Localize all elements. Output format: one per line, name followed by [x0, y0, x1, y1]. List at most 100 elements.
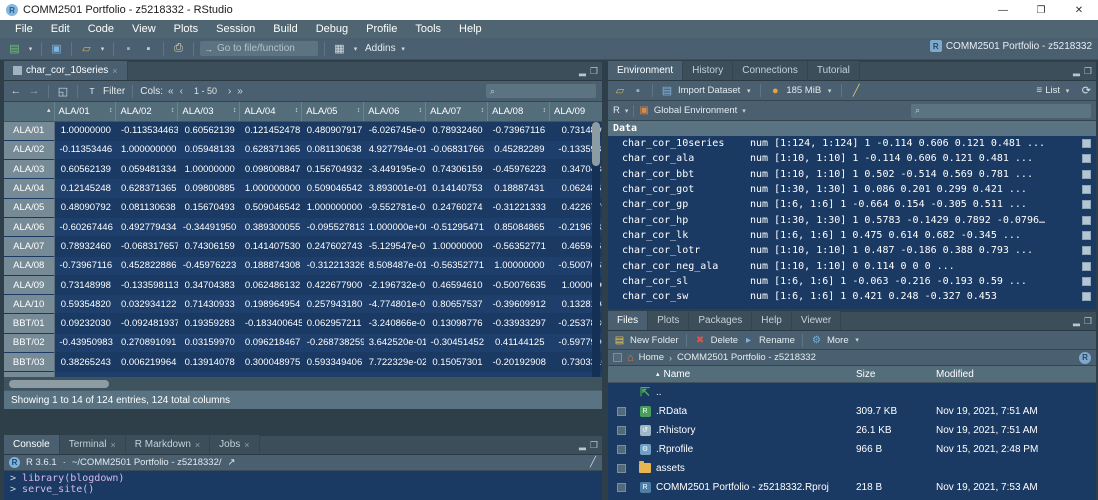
home-icon[interactable]: ⌂ [627, 352, 634, 364]
name-column-header[interactable]: ▴ Name [656, 369, 856, 380]
file-name[interactable]: .. [656, 387, 856, 398]
row-checkbox-cell[interactable] [608, 463, 634, 473]
project-indicator[interactable]: R COMM2501 Portfolio - z5218332 [929, 40, 1092, 52]
list-item[interactable]: assets [608, 459, 1096, 478]
menu-help[interactable]: Help [450, 22, 491, 36]
table-row[interactable]: ALA/01 1.00000000 -0.113534463 0.60562139 0.… [4, 121, 602, 141]
table-row[interactable]: ALA/06 -0.60267446 0.492779434 -0.34491950 0… [4, 217, 602, 238]
popout-window-icon[interactable]: ◱ [56, 85, 70, 98]
table-row[interactable]: ALA/04 0.12145248 0.628371365 0.09800885 1.0… [4, 178, 602, 199]
scrollbar-thumb[interactable] [592, 122, 600, 166]
column-header[interactable]: ALA/09↕ [549, 102, 602, 122]
list-item[interactable]: char_cor_sl num [1:6, 1:6] 1 -0.063 -0.21… [608, 274, 1096, 289]
menu-edit[interactable]: Edit [42, 22, 79, 36]
delete-icon[interactable]: ✖ [694, 335, 707, 346]
view-object-icon[interactable] [1082, 292, 1091, 302]
minimize-pane-icon[interactable]: ▂ [579, 440, 586, 451]
last-page-icon[interactable]: » [236, 86, 244, 97]
list-item[interactable]: char_cor_bbt num [1:10, 1:10] 1 0.502 -0.… [608, 167, 1096, 182]
breadcrumb-project[interactable]: COMM2501 Portfolio - z5218332 [677, 352, 816, 363]
language-selector-label[interactable]: R [613, 105, 620, 116]
addins-caret-icon[interactable]: ▾ [399, 45, 408, 53]
file-name[interactable]: .Rhistory [656, 425, 856, 436]
sort-toggle-icon[interactable]: ↕ [481, 108, 485, 115]
open-file-caret-icon[interactable]: ▾ [98, 45, 107, 53]
view-object-icon[interactable] [1082, 276, 1091, 286]
prev-page-icon[interactable]: ‹ [179, 86, 184, 97]
scrollbar-thumb[interactable] [9, 380, 109, 388]
file-name[interactable]: .RData [656, 406, 856, 417]
environment-object-list[interactable]: char_cor_10series num [1:124, 1:124] 1 -0… [608, 136, 1096, 309]
menu-code[interactable]: Code [79, 22, 123, 36]
view-mode-control[interactable]: ≡ List ▾ [1036, 85, 1072, 96]
column-header[interactable]: ALA/02 ↕ [115, 102, 179, 122]
maximize-pane-icon[interactable]: ❐ [590, 66, 598, 77]
view-object-icon[interactable] [1082, 215, 1091, 225]
row-index-header[interactable]: ▴ [4, 102, 55, 122]
file-name[interactable]: .Rprofile [656, 444, 856, 455]
tab-terminal[interactable]: Terminal × [59, 435, 126, 454]
row-checkbox[interactable] [616, 425, 626, 435]
table-row[interactable]: ALA/09 0.73148998 -0.133598113 0.34704383 0.… [4, 275, 602, 296]
row-checkbox[interactable] [616, 444, 626, 454]
table-row[interactable]: BBT/01 0.09232030 -0.092481937 0.19359283 -0… [4, 313, 602, 334]
breadcrumb-home[interactable]: Home [639, 352, 664, 363]
list-item[interactable]: char_cor_got num [1:30, 1:30] 1 0.086 0.2… [608, 182, 1096, 197]
size-column-header[interactable]: Size [856, 369, 936, 380]
new-folder-button[interactable]: New Folder [630, 335, 679, 346]
menu-profile[interactable]: Profile [357, 22, 406, 36]
select-all-checkbox[interactable] [613, 353, 622, 362]
language-caret-icon[interactable]: ▾ [625, 107, 629, 115]
rename-button[interactable]: Rename [759, 335, 795, 346]
tab-tutorial[interactable]: Tutorial [807, 61, 860, 80]
maximize-button[interactable]: ❐ [1022, 0, 1060, 20]
column-header[interactable]: ALA/05 ↕ [301, 102, 365, 122]
tab-close-icon[interactable]: × [112, 66, 117, 76]
new-project-icon[interactable]: ▣ [48, 40, 65, 57]
tab-connections[interactable]: Connections [733, 61, 808, 80]
tab-console[interactable]: Console [4, 435, 60, 454]
list-item[interactable]: char_cor_10series num [1:124, 1:124] 1 -0… [608, 136, 1096, 151]
filter-icon[interactable]: ᴛ [85, 85, 99, 97]
tab-viewer[interactable]: Viewer [791, 311, 842, 330]
tab-r-markdown[interactable]: R Markdown × [125, 435, 211, 454]
addins-button[interactable]: Addins [365, 43, 396, 54]
first-page-icon[interactable]: « [167, 86, 175, 97]
memory-caret-icon[interactable]: ▾ [825, 87, 834, 95]
global-environment-label[interactable]: Global Environment [654, 105, 737, 116]
row-checkbox-cell[interactable] [608, 483, 634, 493]
menu-view[interactable]: View [123, 22, 165, 36]
files-list[interactable]: ⇱ .. R .RData 309.7 KB Nov 19, 2021, 7:5… [608, 383, 1096, 500]
list-item[interactable]: char_cor_ala num [1:10, 1:10] 1 -0.114 0.… [608, 151, 1096, 166]
view-object-icon[interactable] [1082, 230, 1091, 240]
filter-button[interactable]: Filter [103, 86, 125, 97]
sort-toggle-icon[interactable]: ↕ [171, 108, 175, 115]
list-item[interactable]: char_cor_neg_ala num [1:10, 1:10] 0 0.114… [608, 258, 1096, 273]
table-row[interactable]: ALA/05 0.48090792 0.081130638 0.15670493 0.5… [4, 198, 602, 218]
save-all-icon[interactable]: ▪ [140, 40, 157, 57]
menu-build[interactable]: Build [264, 22, 306, 36]
table-row[interactable]: BBT/02 -0.43950983 0.270891091 0.03159970 0.… [4, 333, 602, 354]
new-file-caret-icon[interactable]: ▾ [26, 45, 35, 53]
print-icon[interactable]: ⎙ [170, 40, 187, 57]
list-item[interactable]: R COMM2501 Portfolio - z5218332.Rproj 21… [608, 478, 1096, 497]
list-item[interactable]: char_cor_sw num [1:6, 1:6] 1 0.421 0.248 … [608, 289, 1096, 304]
list-item[interactable]: R .RData 309.7 KB Nov 19, 2021, 7:51 AM [608, 402, 1096, 421]
delete-button[interactable]: Delete [711, 335, 738, 346]
list-item[interactable]: char_cor_lotr num [1:10, 1:10] 1 0.487 -0… [608, 243, 1096, 258]
tab-close-icon[interactable]: × [111, 440, 116, 450]
view-object-icon[interactable] [1082, 246, 1091, 256]
menu-file[interactable]: File [6, 22, 42, 36]
sort-toggle-icon[interactable]: ↕ [295, 108, 299, 115]
column-header[interactable]: ALA/01 ↕ [54, 102, 117, 122]
maximize-pane-icon[interactable]: ❐ [1084, 316, 1092, 327]
view-object-icon[interactable] [1082, 169, 1091, 179]
column-header[interactable]: ALA/08 ↕ [487, 102, 550, 122]
clear-console-icon[interactable]: ╱ [590, 457, 596, 468]
table-row[interactable]: ALA/02 -0.11353446 1.000000000 0.05948133 0.… [4, 140, 602, 161]
row-checkbox[interactable] [616, 463, 626, 473]
open-file-icon[interactable]: ▱ [78, 40, 95, 57]
sort-toggle-icon[interactable]: ↕ [109, 108, 113, 115]
menu-debug[interactable]: Debug [307, 22, 357, 36]
column-header[interactable]: ALA/04 ↕ [239, 102, 303, 122]
